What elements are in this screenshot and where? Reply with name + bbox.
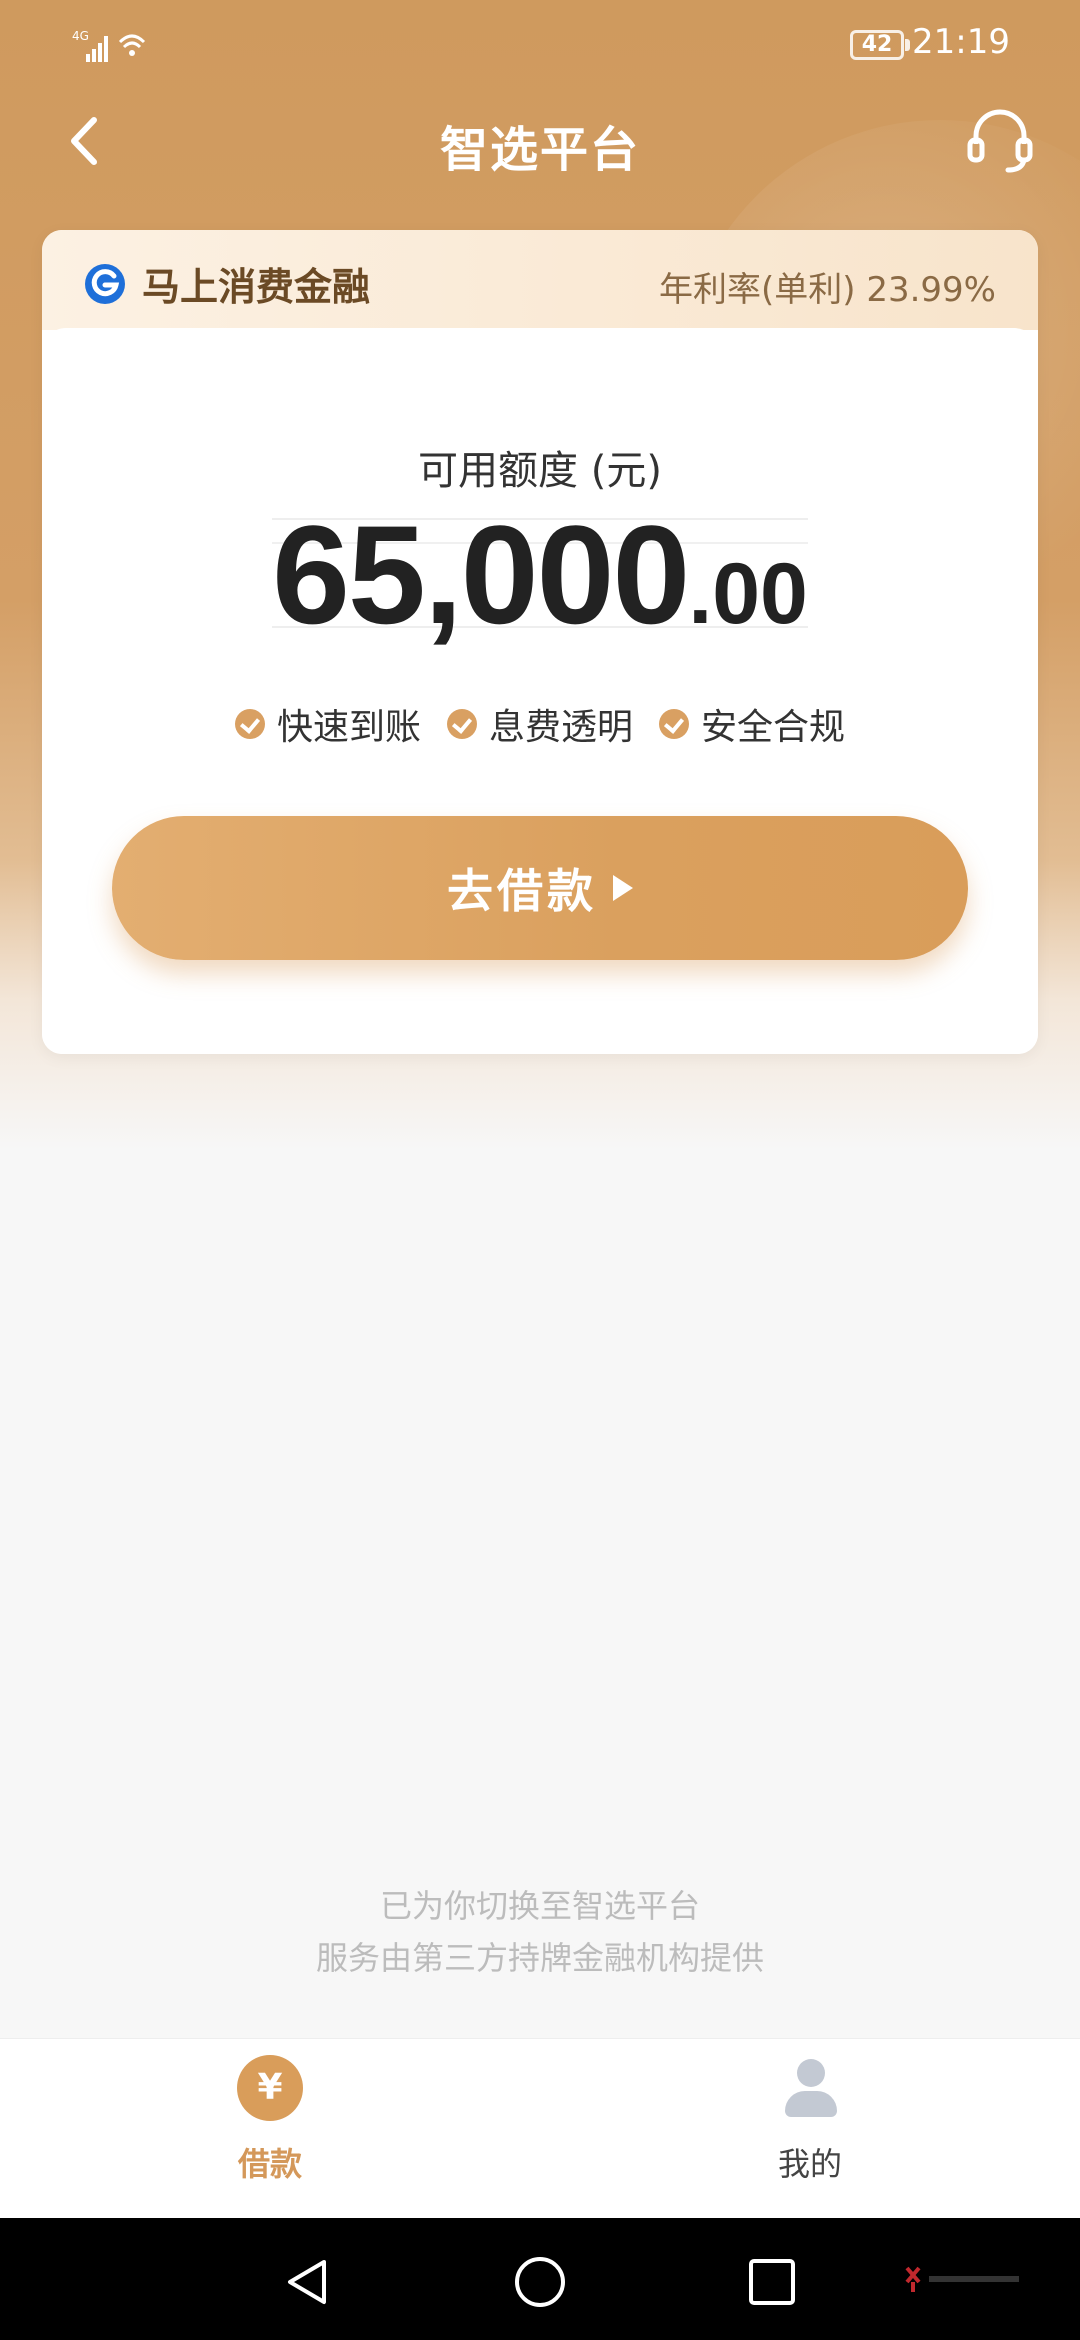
notice-line-1: 已为你切换至智选平台	[379, 1887, 700, 1925]
feature-list: 快速到账 息费透明 安全合规	[42, 698, 1038, 750]
check-icon	[659, 709, 689, 739]
available-amount: 65,000.00	[272, 494, 808, 656]
headset-icon[interactable]	[960, 100, 1040, 180]
check-icon	[234, 709, 265, 739]
nav-bar: 智选平台	[0, 90, 1080, 190]
person-icon	[777, 2055, 843, 2121]
system-nav-bar	[0, 2218, 1080, 2340]
clock: 21:19	[912, 22, 1010, 62]
lender-header: 马上消费金融 年利率(单利) 23.99%	[42, 230, 1038, 330]
feature-label: 息费透明	[488, 707, 633, 748]
watermark-logo-icon	[905, 2266, 1019, 2292]
battery-level: 42	[850, 30, 904, 60]
amount-decimal: .00	[688, 546, 808, 642]
status-bar: 4G 42 21:19	[0, 0, 1080, 90]
tab-loan[interactable]: ¥ 借款	[170, 2055, 370, 2185]
bottom-tab-bar: ¥ 借款 我的	[0, 2038, 1080, 2218]
yen-icon: ¥	[237, 2055, 303, 2121]
tab-mine-label: 我的	[777, 2145, 842, 2183]
battery-icon: 42	[850, 30, 910, 60]
system-home-icon[interactable]	[512, 2254, 568, 2310]
lender-logo-icon	[85, 263, 125, 304]
feature-label: 安全合规	[701, 707, 846, 748]
borrow-button-label: 去借款	[447, 864, 597, 918]
system-back-icon[interactable]	[280, 2254, 336, 2310]
annual-rate: 年利率(单利) 23.99%	[659, 270, 996, 310]
play-icon	[613, 875, 633, 901]
feature-item: 快速到账	[234, 698, 421, 750]
amount-area: 65,000.00	[272, 496, 808, 653]
feature-item: 安全合规	[659, 698, 845, 750]
tab-mine[interactable]: 我的	[710, 2055, 910, 2185]
platform-notice: 已为你切换至智选平台 服务由第三方持牌金融机构提供	[0, 1880, 1080, 1984]
limit-label: 可用额度 (元)	[418, 448, 662, 494]
card-body: 可用额度 (元) 65,000.00 快速到账 息费透明 安全合规 去借款	[42, 328, 1038, 1054]
credit-card-panel: 马上消费金融 年利率(单利) 23.99% 可用额度 (元) 65,000.00…	[42, 230, 1038, 1054]
signal-wifi-icon: 4G	[72, 29, 146, 62]
page-title: 智选平台	[439, 122, 640, 178]
notice-line-2: 服务由第三方持牌金融机构提供	[315, 1939, 764, 1977]
borrow-button[interactable]: 去借款	[112, 816, 968, 960]
system-recent-apps-icon[interactable]	[744, 2254, 800, 2310]
tab-loan-label: 借款	[237, 2145, 302, 2183]
feature-item: 息费透明	[446, 698, 633, 750]
feature-label: 快速到账	[276, 707, 421, 748]
lender-name: 马上消费金融	[142, 265, 371, 309]
lender-info: 马上消费金融	[84, 256, 370, 311]
amount-integer: 65,000	[272, 496, 690, 653]
check-icon	[446, 709, 477, 739]
network-type: 4G	[72, 29, 89, 43]
